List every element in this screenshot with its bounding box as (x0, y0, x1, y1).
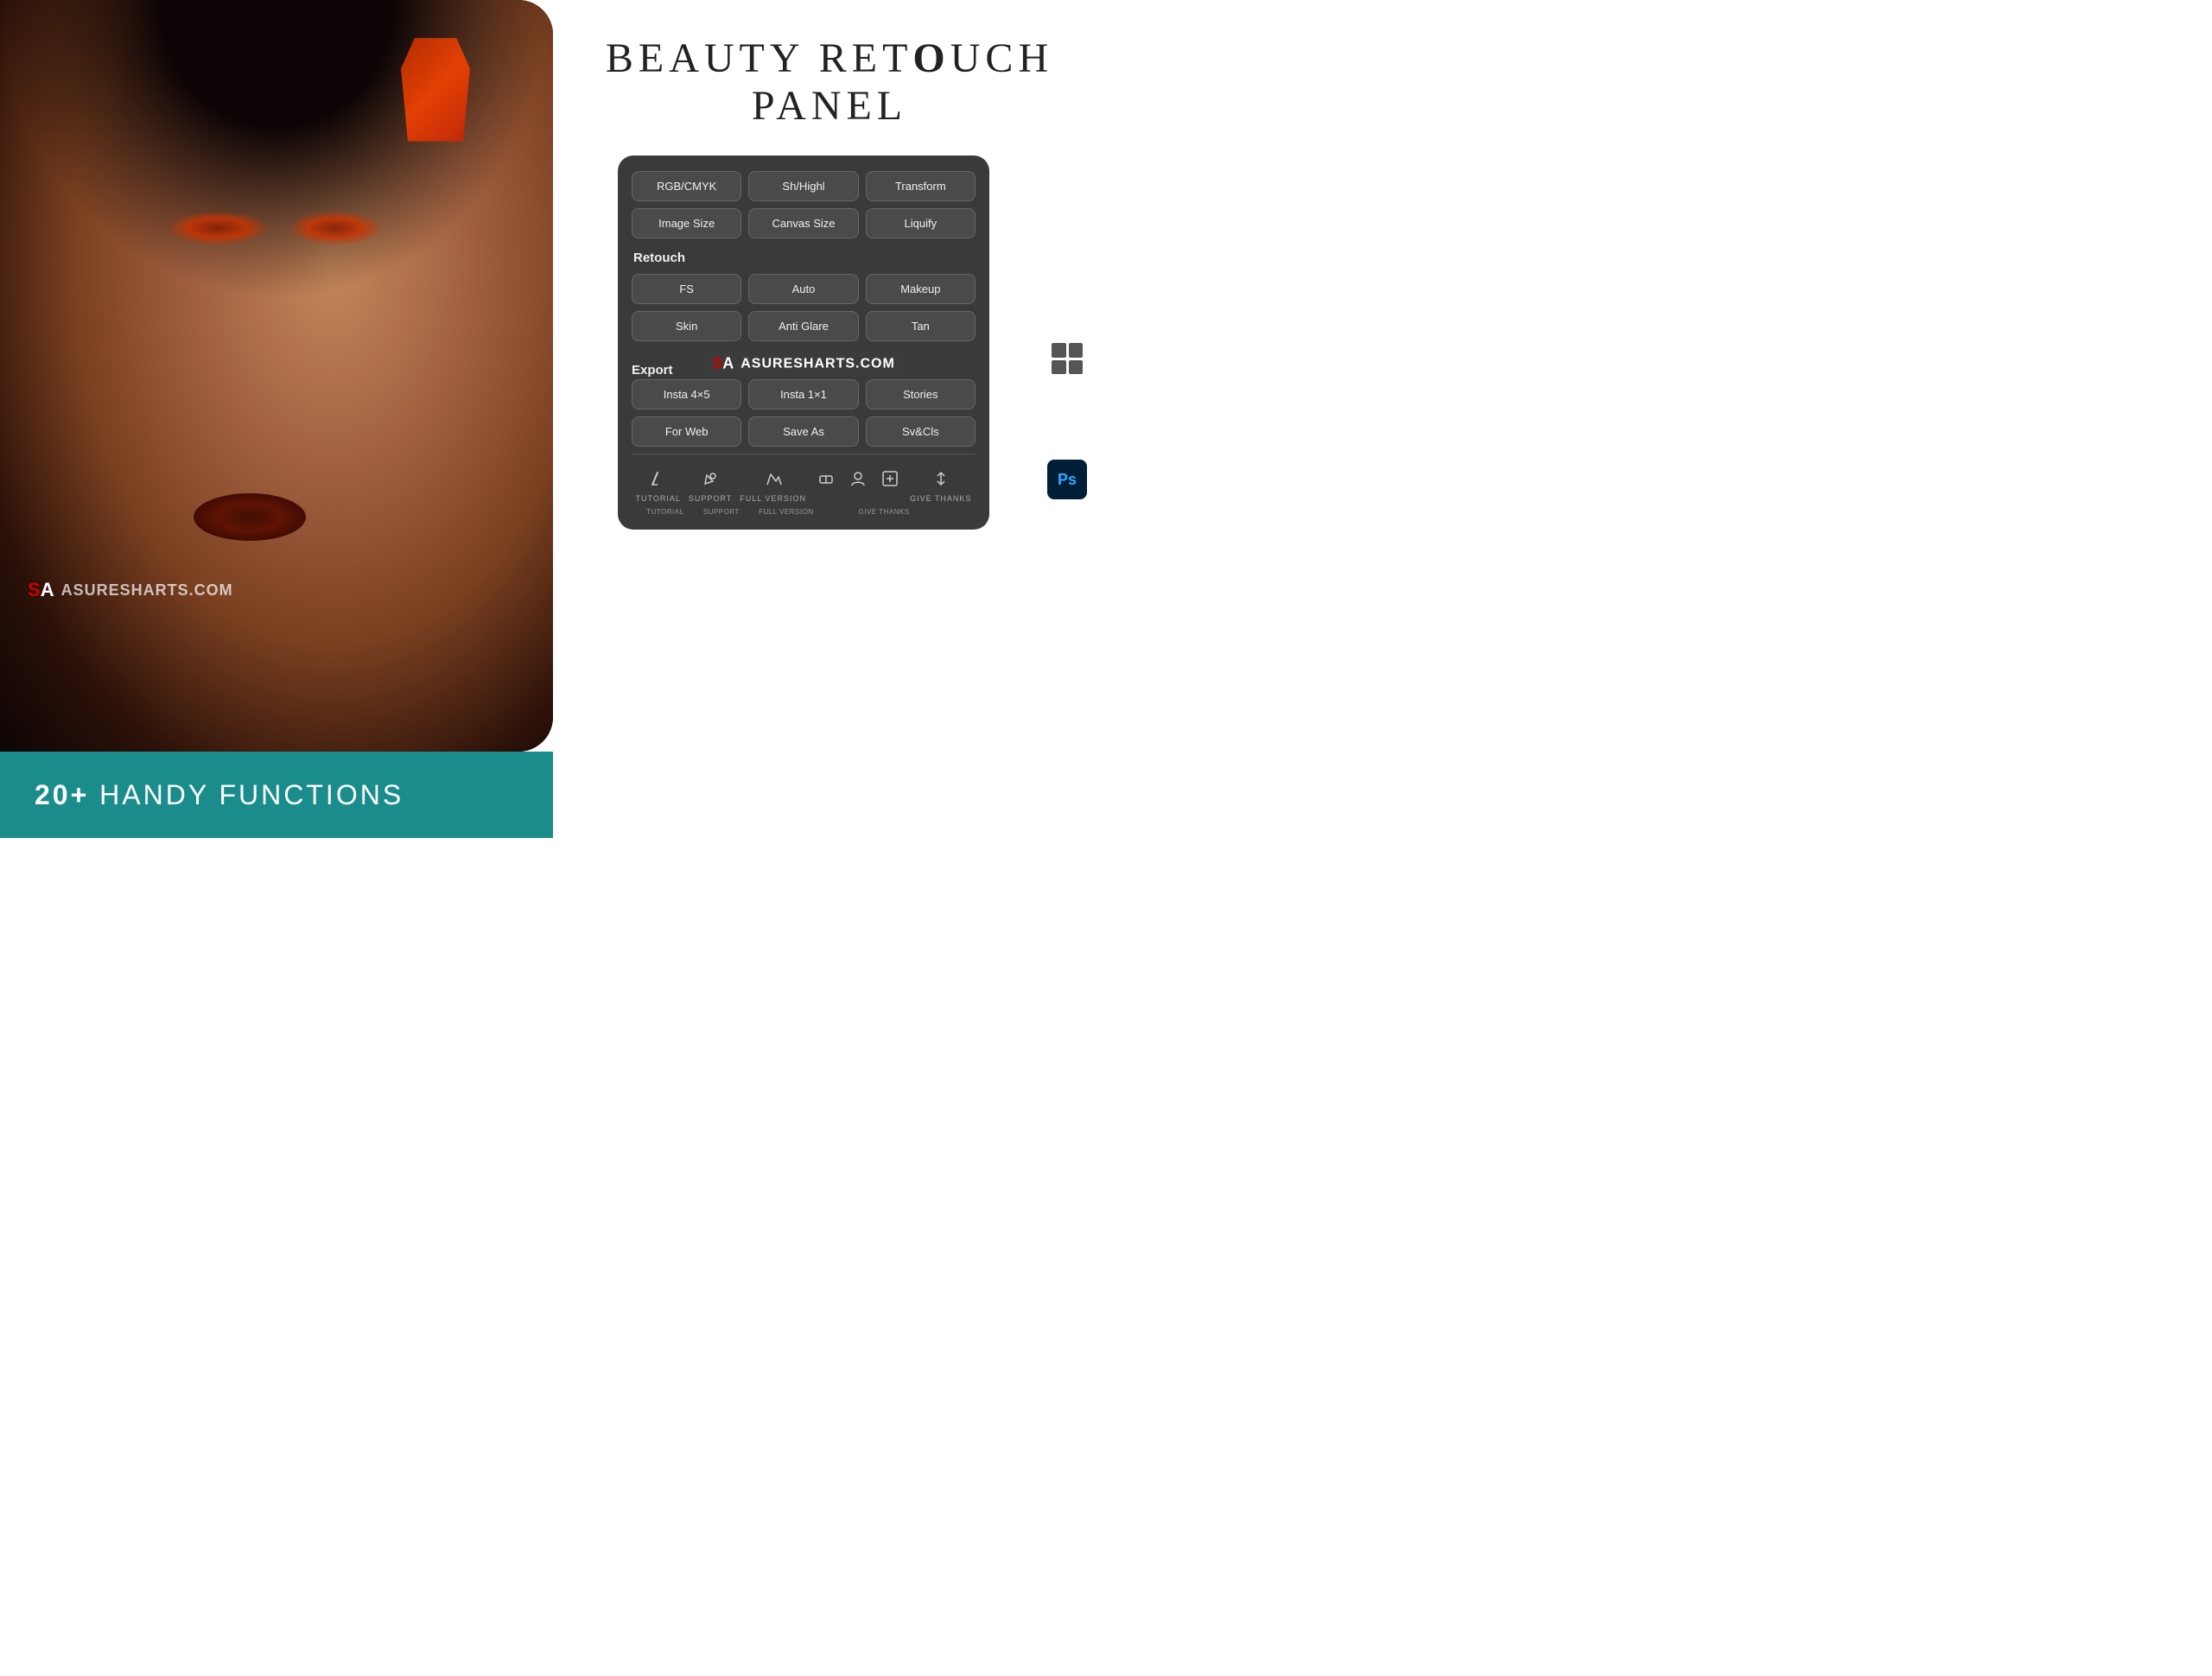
function-count: 20+ (35, 779, 89, 810)
btn-rgb-cmyk[interactable]: RGB/CMYK (632, 171, 741, 201)
btn-insta-11[interactable]: Insta 1×1 (748, 379, 858, 409)
btn-transform[interactable]: Transform (866, 171, 976, 201)
photo-watermark: SA ASURESHARTS.COM (28, 579, 233, 601)
tutorial-icon (646, 467, 671, 491)
photoshop-icon[interactable]: Ps (1046, 458, 1089, 501)
title-bold: O (912, 35, 950, 81)
btn-fs[interactable]: FS (632, 274, 741, 304)
fork-label: GIVE THANKS (910, 494, 971, 503)
full-version-icon (761, 467, 785, 491)
apple-icon[interactable]:  (1046, 397, 1089, 441)
support-label: SUPPORT (689, 494, 732, 503)
toolbar-eraser[interactable]: - (814, 467, 838, 503)
label-tutorial: TUTORIAL (646, 508, 683, 516)
right-area: BEAUTY RETOUCH PANEL RGB/CMYK Sh/Highl T… (553, 0, 1106, 838)
sa-a: A (41, 579, 54, 601)
sa-logo-panel: SA (712, 355, 734, 373)
fork-icon (929, 467, 953, 491)
row-6: For Web Save As Sv&Cls (632, 416, 976, 447)
windows-icon[interactable] (1046, 337, 1089, 380)
label-full-version: FULL VERSION (759, 508, 814, 516)
beauty-retouch-panel: RGB/CMYK Sh/Highl Transform Image Size C… (618, 156, 989, 530)
row-1: RGB/CMYK Sh/Highl Transform (632, 171, 976, 201)
watermark-text-panel: ASURESHARTS.COM (741, 356, 895, 371)
full-version-label: FULL VERSION (740, 494, 806, 503)
title-line2: PANEL (553, 82, 1106, 130)
export-label: Export (632, 363, 673, 378)
row-2: Image Size Canvas Size Liquify (632, 208, 976, 238)
toolbar-fork[interactable]: GIVE THANKS (910, 467, 971, 503)
btn-save-as[interactable]: Save As (748, 416, 858, 447)
btn-skin[interactable]: Skin (632, 311, 741, 341)
ps-logo: Ps (1047, 460, 1087, 499)
btn-image-size[interactable]: Image Size (632, 208, 741, 238)
photo-area: SA ASURESHARTS.COM (0, 0, 553, 752)
btn-sh-highl[interactable]: Sh/Highl (748, 171, 858, 201)
btn-liquify[interactable]: Liquify (866, 208, 976, 238)
windows-logo (1052, 343, 1083, 374)
give-thanks-label: - (856, 494, 860, 503)
side-icons:  Ps (1046, 337, 1089, 501)
btn-makeup[interactable]: Makeup (866, 274, 976, 304)
panel-toolbar: TUTORIAL SUPPORT (632, 454, 976, 516)
retouch-label: Retouch (633, 251, 976, 265)
btn-tan[interactable]: Tan (866, 311, 976, 341)
title-pre: BEAUTY RET (606, 35, 913, 81)
row-4: Skin Anti Glare Tan (632, 311, 976, 341)
row-5: Insta 4×5 Insta 1×1 Stories (632, 379, 976, 409)
sa-s: S (28, 579, 41, 601)
apple-logo:  (1056, 404, 1078, 434)
label-give-thanks: GIVE THANKS (858, 508, 909, 516)
title-area: BEAUTY RETOUCH PANEL (553, 0, 1106, 156)
btn-anti-glare[interactable]: Anti Glare (748, 311, 858, 341)
toolbar-add[interactable] (878, 467, 902, 494)
btn-stories[interactable]: Stories (866, 379, 976, 409)
btn-auto[interactable]: Auto (748, 274, 858, 304)
label-support: SUPPORT (703, 508, 740, 516)
btn-sv-cls[interactable]: Sv&Cls (866, 416, 976, 447)
hair-overlay (0, 0, 553, 301)
title-post: UCH (950, 35, 1053, 81)
btn-for-web[interactable]: For Web (632, 416, 741, 447)
bottom-bar-text: 20+ HANDY FUNCTIONS (35, 779, 404, 811)
lips (194, 493, 306, 541)
watermark-text-photo: ASURESHARTS.COM (61, 581, 233, 600)
tutorial-label: TUTORIAL (636, 494, 681, 503)
toolbar-icons-row: TUTORIAL SUPPORT (632, 467, 976, 503)
title-line1: BEAUTY RETOUCH (553, 35, 1106, 82)
panel-watermark: SA ASURESHARTS.COM (702, 352, 906, 377)
btn-canvas-size[interactable]: Canvas Size (748, 208, 858, 238)
give-thanks-icon (846, 467, 870, 491)
nails (401, 38, 470, 142)
function-label: HANDY FUNCTIONS (89, 779, 404, 810)
face-background (0, 0, 553, 752)
toolbar-give-thanks[interactable]: - (846, 467, 870, 503)
toolbar-full-version[interactable]: FULL VERSION (740, 467, 806, 503)
btn-insta-45[interactable]: Insta 4×5 (632, 379, 741, 409)
eraser-label: - (824, 494, 828, 503)
add-icon (878, 467, 902, 491)
eye-right-shadow (288, 211, 383, 245)
eye-left-shadow (166, 211, 270, 245)
row-3: FS Auto Makeup (632, 274, 976, 304)
eraser-icon (814, 467, 838, 491)
support-icon (698, 467, 722, 491)
toolbar-tutorial[interactable]: TUTORIAL (636, 467, 681, 503)
sa-logo-photo: SA (28, 579, 54, 601)
toolbar-support[interactable]: SUPPORT (689, 467, 732, 503)
